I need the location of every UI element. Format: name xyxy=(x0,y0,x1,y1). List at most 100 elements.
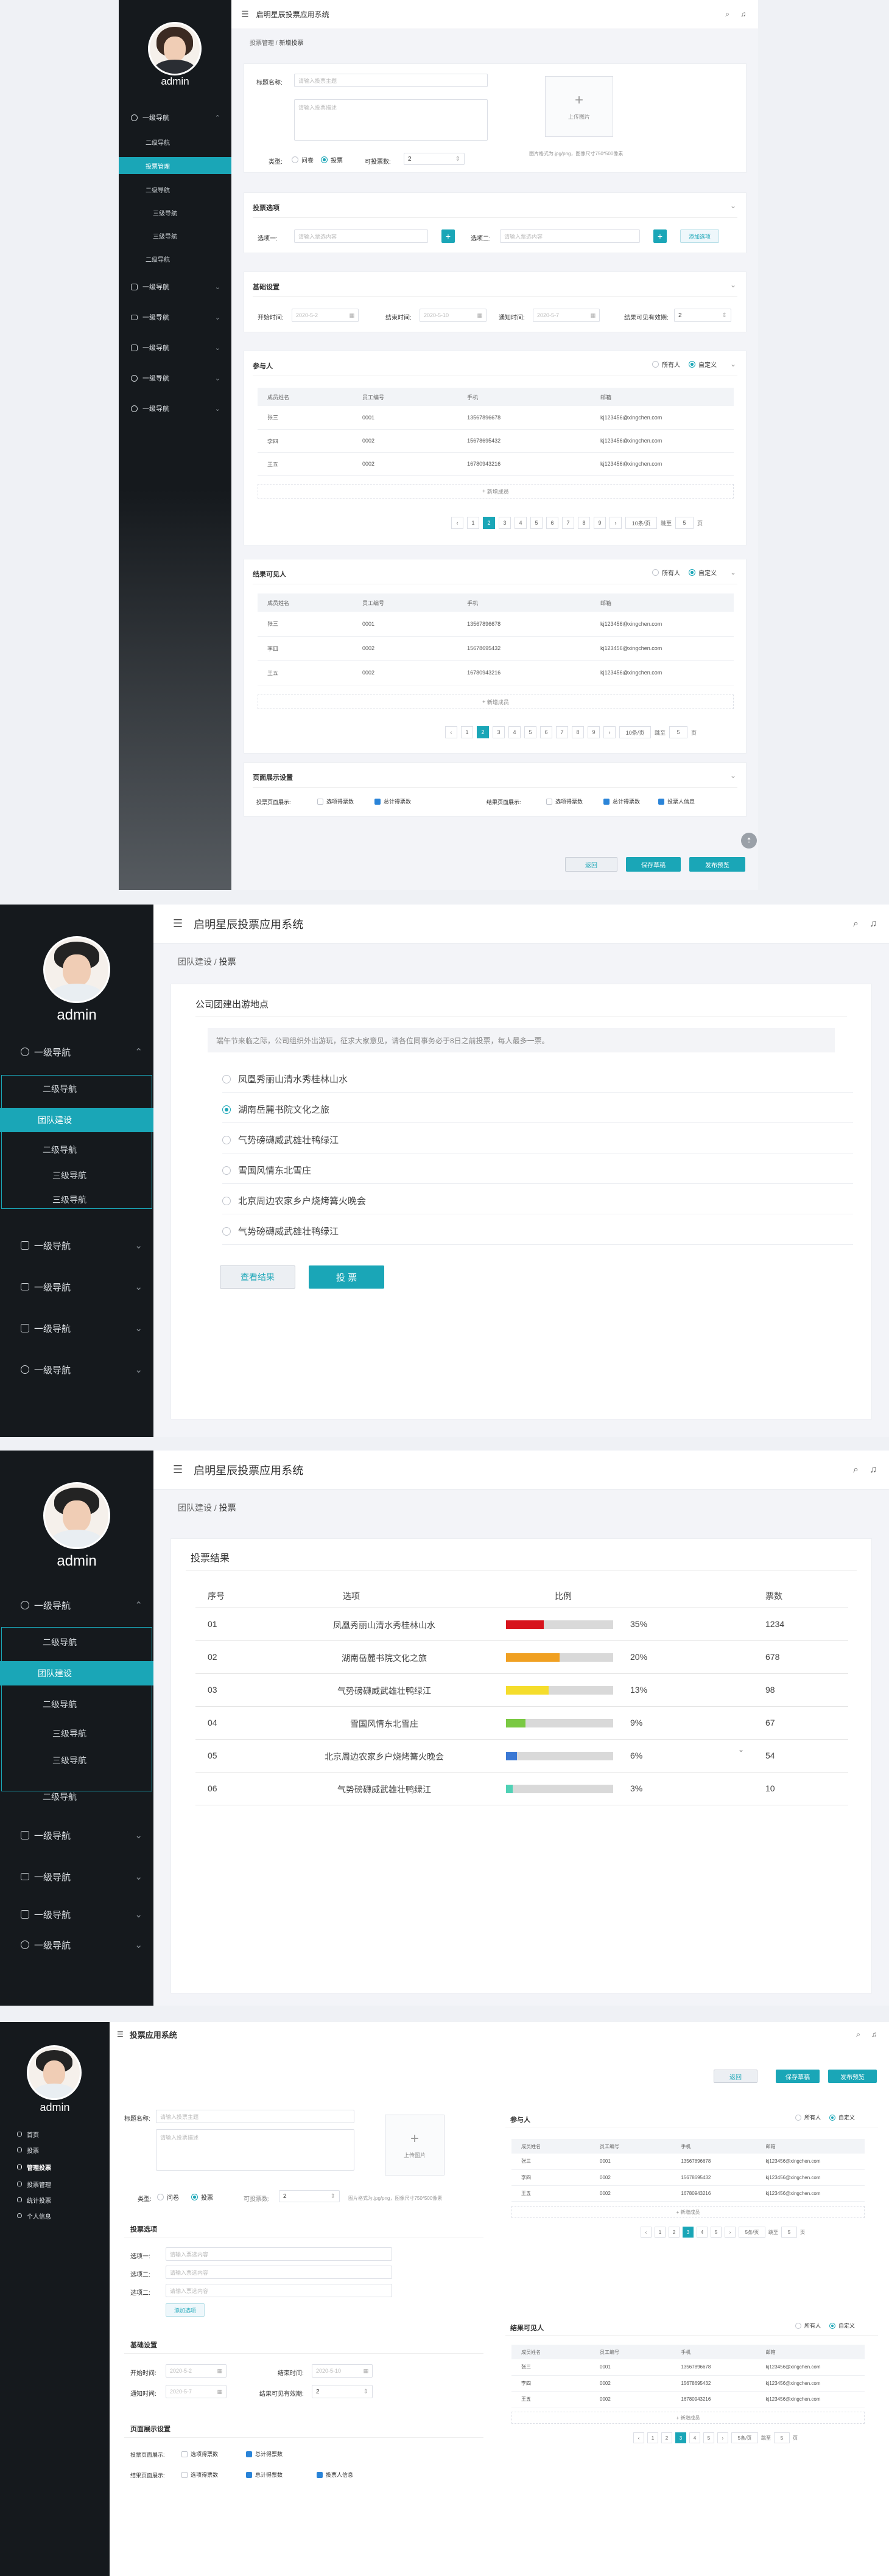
table-row[interactable]: 王五 0002 16780943216 kj123456@xingchen.com xyxy=(511,2391,865,2407)
next-page[interactable]: › xyxy=(725,2227,736,2238)
type-vote[interactable]: 投票 xyxy=(191,2193,213,2202)
page-4[interactable]: 4 xyxy=(689,2432,700,2443)
search-icon[interactable]: ⌕ xyxy=(853,1465,859,1475)
nav-home[interactable]: 首页 xyxy=(0,2127,110,2141)
type-questionnaire[interactable]: 问卷 xyxy=(292,155,314,164)
save-draft-button[interactable]: 保存草稿 xyxy=(776,2070,820,2083)
add-option-button[interactable]: 添加选项 xyxy=(680,229,719,243)
nav-level1-3[interactable]: 一级导航 ⌄ xyxy=(0,1275,153,1299)
page-2[interactable]: 2 xyxy=(669,2227,680,2238)
nav-team[interactable]: 团队建设 xyxy=(0,1108,153,1132)
add-member-button[interactable]: + 新增成员 xyxy=(258,484,734,499)
chevron-down-icon[interactable]: ⌄ xyxy=(730,281,736,289)
visible-stepper[interactable]: 2 ⇕ xyxy=(674,309,731,322)
nav-level1-6[interactable]: 一级导航 ⌄ xyxy=(119,399,231,418)
bell-icon[interactable]: ♫ xyxy=(871,2030,877,2039)
option2-input[interactable]: 请输入票选内容 xyxy=(166,2266,392,2279)
option1-input[interactable]: 请输入票选内容 xyxy=(294,229,428,243)
next-page[interactable]: › xyxy=(610,517,622,529)
nav-level1-4[interactable]: 一级导航 ⌄ xyxy=(0,1316,153,1340)
next-page[interactable]: › xyxy=(603,726,616,738)
page-6[interactable]: 6 xyxy=(540,726,552,738)
page-3[interactable]: 3 xyxy=(499,517,511,529)
visible-all[interactable]: 所有人 xyxy=(795,2322,821,2329)
chevron-down-icon[interactable]: ⌄ xyxy=(730,771,736,780)
page-4[interactable]: 4 xyxy=(508,726,521,738)
view-results-button[interactable]: 查看结果 xyxy=(220,1265,295,1289)
prev-page[interactable]: ‹ xyxy=(633,2432,644,2443)
page-2[interactable]: 2 xyxy=(483,517,495,529)
save-draft-button[interactable]: 保存草稿 xyxy=(626,857,681,872)
nav-level2-3[interactable]: 二级导航 xyxy=(0,1785,153,1808)
nav-level1-3[interactable]: 一级导航 ⌄ xyxy=(0,1864,153,1889)
chevron-down-icon[interactable]: ⌄ xyxy=(730,568,736,576)
nav-level1-2[interactable]: 一级导航 ⌄ xyxy=(0,1823,153,1847)
title-input[interactable]: 请输入投票主题 xyxy=(156,2110,354,2123)
option1-input[interactable]: 请输入票选内容 xyxy=(166,2247,392,2261)
nav-level1-2[interactable]: 一级导航 ⌄ xyxy=(0,1233,153,1258)
publish-preview-button[interactable]: 发布预览 xyxy=(689,857,745,872)
vote-option-3[interactable]: 气势磅礴威武雄壮鸭绿江 xyxy=(222,1127,853,1153)
page-size-select[interactable]: 5条/页 xyxy=(731,2432,758,2443)
add-option-button[interactable]: 添加选项 xyxy=(166,2303,205,2317)
votes-stepper[interactable]: 2 ⇕ xyxy=(279,2190,340,2202)
table-row[interactable]: 张三 0001 13567896678 kj123456@xingchen.com xyxy=(511,2359,865,2376)
table-row[interactable]: 王五 0002 16780943216 kj123456@xingchen.com xyxy=(511,2185,865,2202)
next-page[interactable]: › xyxy=(717,2432,728,2443)
table-row[interactable]: 王五 0002 16780943216 kj123456@xingchen.com xyxy=(258,452,734,476)
nav-vote[interactable]: 投票 xyxy=(0,2143,110,2157)
start-date-input[interactable]: 2020-5-2 ▦ xyxy=(166,2364,227,2378)
menu-icon[interactable]: ☰ xyxy=(117,2030,124,2039)
add-member-button[interactable]: + 新增成员 xyxy=(258,695,734,709)
nav-level3-1[interactable]: 三级导航 xyxy=(0,1164,153,1187)
nav-level1-3[interactable]: 一级导航 ⌄ xyxy=(119,308,231,326)
nav-level3-1[interactable]: 三级导航 xyxy=(0,1722,153,1745)
check-total-votes[interactable]: 总计得票数 xyxy=(374,797,411,805)
table-row[interactable]: 李四 0002 15678695432 kj123456@xingchen.com xyxy=(511,2169,865,2186)
nav-level3-2[interactable]: 三级导航 xyxy=(119,228,231,243)
page-2[interactable]: 2 xyxy=(661,2432,672,2443)
chevron-down-icon[interactable]: ⌄ xyxy=(730,201,736,210)
page-1[interactable]: 1 xyxy=(467,517,479,529)
chevron-down-icon[interactable]: ⌄ xyxy=(738,1745,744,1754)
page-5[interactable]: 5 xyxy=(711,2227,722,2238)
page-5[interactable]: 5 xyxy=(530,517,543,529)
table-row[interactable]: 李四 0002 15678695432 kj123456@xingchen.com xyxy=(258,636,734,661)
vote-button[interactable]: 投 票 xyxy=(309,1265,384,1289)
check-voter-info[interactable]: 投票人信息 xyxy=(317,2471,353,2479)
participants-custom[interactable]: 自定义 xyxy=(689,360,717,369)
end-date-input[interactable]: 2020-5-10 ▦ xyxy=(420,309,487,322)
option2-add-button[interactable]: + xyxy=(653,229,667,243)
nav-level3-1[interactable]: 三级导航 xyxy=(119,205,231,220)
nav-level2-3[interactable]: 二级导航 xyxy=(119,251,231,267)
nav-level1-2[interactable]: 一级导航 ⌄ xyxy=(119,278,231,296)
page-3[interactable]: 3 xyxy=(493,726,505,738)
page-9[interactable]: 9 xyxy=(594,517,606,529)
upload-image[interactable]: + 上传图片 xyxy=(545,76,613,137)
option3-input[interactable]: 请输入票选内容 xyxy=(166,2284,392,2297)
jump-input[interactable]: 5 xyxy=(669,726,688,738)
nav-profile[interactable]: 个人信息 xyxy=(0,2208,110,2223)
option2-input[interactable]: 请输入票选内容 xyxy=(500,229,640,243)
option1-add-button[interactable]: + xyxy=(441,229,455,243)
page-3[interactable]: 3 xyxy=(683,2227,694,2238)
nav-level2-1[interactable]: 二级导航 xyxy=(0,1631,153,1654)
nav-level2-2[interactable]: 二级导航 xyxy=(0,1138,153,1161)
nav-level1-4[interactable]: 一级导航 ⌄ xyxy=(0,1902,153,1927)
page-1[interactable]: 1 xyxy=(461,726,473,738)
back-button[interactable]: 返回 xyxy=(714,2070,757,2083)
nav-level2-1[interactable]: 二级导航 xyxy=(119,134,231,150)
page-5[interactable]: 5 xyxy=(703,2432,714,2443)
table-row[interactable]: 张三 0001 13567896678 kj123456@xingchen.com xyxy=(258,612,734,637)
table-row[interactable]: 张三 0001 13567896678 kj123456@xingchen.com xyxy=(258,406,734,430)
page-9[interactable]: 9 xyxy=(588,726,600,738)
page-1[interactable]: 1 xyxy=(655,2227,666,2238)
nav-level1-5[interactable]: 一级导航 ⌄ xyxy=(0,1933,153,1957)
nav-level2-1[interactable]: 二级导航 xyxy=(0,1077,153,1101)
check-result-total-votes[interactable]: 总计得票数 xyxy=(603,797,640,805)
check-result-total-votes[interactable]: 总计得票数 xyxy=(246,2471,283,2479)
menu-icon[interactable]: ☰ xyxy=(241,9,249,19)
participants-custom[interactable]: 自定义 xyxy=(829,2113,855,2121)
nav-level2-2[interactable]: 二级导航 xyxy=(119,181,231,197)
page-2[interactable]: 2 xyxy=(477,726,489,738)
